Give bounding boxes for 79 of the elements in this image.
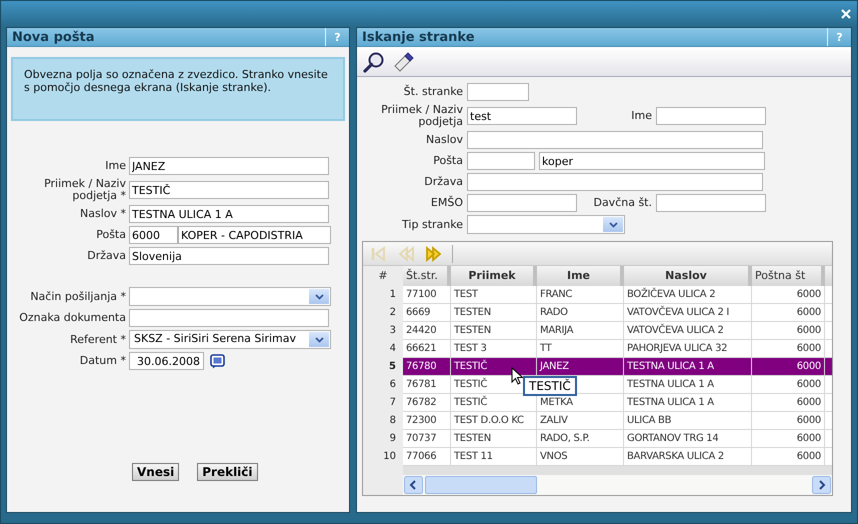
field-label: Tip stranke xyxy=(401,218,464,230)
dropdown-value: SKSZ - SiriSiri Serena Sirimav xyxy=(133,331,297,348)
field-label: Referent * xyxy=(69,334,127,346)
row-number: 5 xyxy=(363,358,403,376)
input-field[interactable] xyxy=(656,194,766,212)
row-number: 4 xyxy=(363,340,403,358)
field-label: Pošta xyxy=(432,155,464,167)
input-field[interactable] xyxy=(467,194,577,212)
mouse-cursor-icon xyxy=(511,367,524,385)
field-label: Oznaka dokumenta xyxy=(18,312,127,324)
input-field[interactable]: 6000 xyxy=(129,226,178,244)
scroll-right-icon[interactable] xyxy=(812,476,831,494)
column-header: # xyxy=(363,266,403,286)
table-row[interactable]: 4 66621 TEST 3 TT PAHORJEVA ULICA 32 6000 xyxy=(363,340,832,358)
next-page-icon[interactable] xyxy=(425,246,442,262)
column-header[interactable]: Ime xyxy=(537,266,624,286)
close-icon[interactable] xyxy=(841,9,851,19)
table-row[interactable]: 7 76782 TESTIČ METKA TESTNA ULICA 1 A 6000 xyxy=(363,394,832,412)
input-field[interactable] xyxy=(467,83,529,101)
field-label: Država xyxy=(86,250,127,262)
field-label: Priimek / Naziv podjetja * xyxy=(43,178,127,202)
dropdown[interactable] xyxy=(129,287,331,306)
row-number: 3 xyxy=(363,322,403,340)
tooltip: TESTIČ xyxy=(523,376,577,396)
calendar-icon[interactable] xyxy=(210,354,225,368)
field-label: Način pošiljanja * xyxy=(29,290,127,302)
field-label: Datum * xyxy=(78,355,127,367)
header-filler xyxy=(825,266,832,286)
field-label: Št. stranke xyxy=(402,86,464,98)
field-label: Pošta xyxy=(95,229,127,241)
table-row[interactable]: 5 76780 TESTIČ JANEZ TESTNA ULICA 1 A 6000 xyxy=(363,358,832,376)
field-label: Priimek / Naziv podjetja xyxy=(380,104,464,128)
eraser-icon[interactable] xyxy=(393,50,415,72)
field-label: Ime xyxy=(104,160,127,172)
field-label: Naslov xyxy=(425,134,464,146)
column-header[interactable]: Priimek xyxy=(451,266,537,286)
input-field[interactable]: KOPER - CAPODISTRIA xyxy=(178,226,331,244)
row-number: 9 xyxy=(363,430,403,448)
input-field[interactable]: test xyxy=(467,107,577,125)
row-number: 1 xyxy=(363,286,403,304)
table-row[interactable]: 8 72300 TEST D.O.O KC ZALIV ULICA BB 6000 xyxy=(363,412,832,430)
search-icon[interactable] xyxy=(363,50,385,72)
row-number: 7 xyxy=(363,394,403,412)
input-field[interactable]: TESTNA ULICA 1 A xyxy=(129,205,329,223)
table-row[interactable]: 9 70737 TESTEN RADO, S.P. GORTANOV TRG 14 6000 xyxy=(363,430,832,448)
row-number: 6 xyxy=(363,376,403,394)
input-field[interactable]: koper xyxy=(539,152,765,170)
column-header[interactable]: Naslov xyxy=(624,266,752,286)
column-header[interactable]: Št.str. xyxy=(403,266,451,286)
input-field[interactable]: TESTIČ xyxy=(129,181,329,199)
horizontal-scrollbar[interactable] xyxy=(403,475,832,495)
table-row[interactable]: 3 24420 TESTEN MARIJA VATOVČEVA ULICA 2 6000 xyxy=(363,322,832,340)
input-field[interactable] xyxy=(467,173,763,191)
dropdown[interactable] xyxy=(467,215,625,234)
input-field[interactable] xyxy=(129,309,329,327)
scroll-left-icon[interactable] xyxy=(404,476,423,494)
form-button[interactable]: Prekliči xyxy=(197,463,258,481)
field-label: Država xyxy=(423,176,464,188)
row-number: 10 xyxy=(363,448,403,466)
dropdown[interactable]: SKSZ - SiriSiri Serena Sirimav xyxy=(129,330,331,349)
input-field[interactable] xyxy=(467,152,535,170)
table-row[interactable]: 1 77100 TEST FRANC BOŽIČEVA ULICA 2 6000 xyxy=(363,286,832,304)
table-row[interactable]: 2 6669 TESTEN RADO VATOVČEVA ULICA 2 I 6000 xyxy=(363,304,832,322)
panel-title: Iskanje stranke xyxy=(361,29,476,46)
input-field[interactable] xyxy=(467,131,763,149)
field-label: Ime xyxy=(630,108,653,124)
table-row[interactable]: 10 77066 TEST 11 VNOS BARVARSKA ULICA 2 6000 xyxy=(363,448,832,466)
field-label: Davčna št. xyxy=(592,194,653,211)
input-field[interactable] xyxy=(656,107,766,125)
field-label: EMŠO xyxy=(430,197,464,209)
row-number: 8 xyxy=(363,412,403,430)
row-number: 2 xyxy=(363,304,403,322)
panel-title: Nova pošta xyxy=(11,29,96,46)
info-text: Obvezna polja so označena z zvezdico. Stranko vnesite s pomočjo desnega ekrana (Iskanje stranke). xyxy=(24,68,329,94)
date-field[interactable]: 30.06.2008 xyxy=(129,352,204,370)
column-header[interactable]: Poštna št xyxy=(752,266,825,286)
form-button[interactable]: Vnesi xyxy=(132,463,180,481)
input-field[interactable]: Slovenija xyxy=(129,247,329,265)
field-label: Naslov * xyxy=(79,208,127,220)
